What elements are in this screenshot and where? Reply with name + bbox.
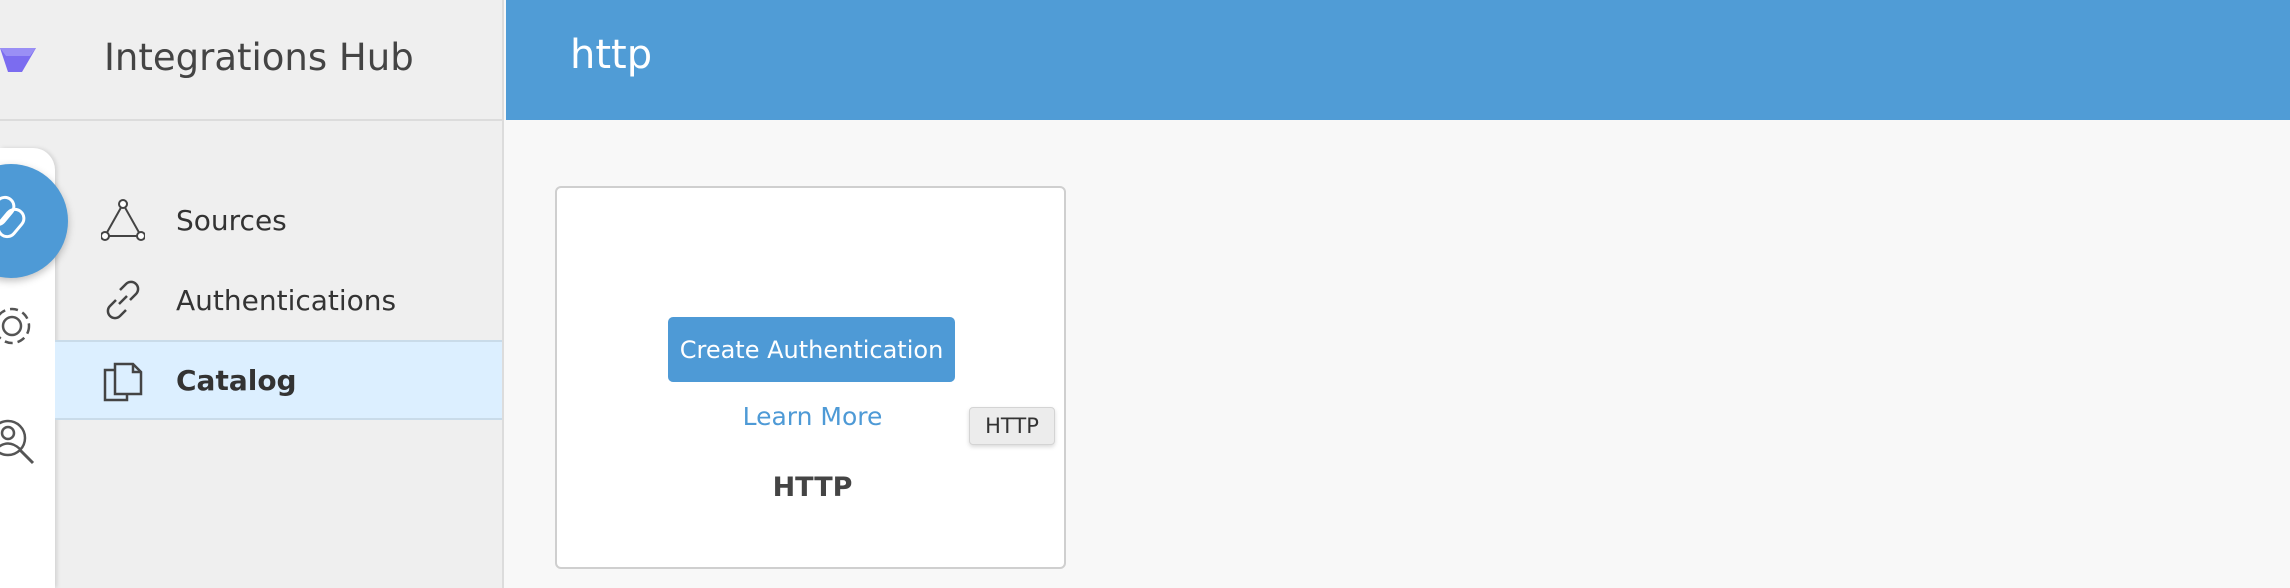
- sidebar-item-authentications[interactable]: Authentications: [55, 260, 502, 340]
- app-window: Integrations Hub Sources Authentications…: [0, 0, 2290, 588]
- link-icon: [0, 195, 26, 239]
- sidebar-header: Integrations Hub: [0, 0, 502, 121]
- hub-title: Integrations Hub: [104, 36, 414, 79]
- page-title: http: [570, 32, 653, 78]
- page-header: http: [506, 0, 2290, 120]
- sidebar-item-catalog[interactable]: Catalog: [55, 340, 502, 420]
- triangle-nodes-icon: [101, 199, 145, 241]
- sidebar-nav: Sources Authentications Catalog: [55, 180, 502, 420]
- sidebar-item-label: Sources: [176, 203, 287, 237]
- gear-refresh-icon[interactable]: [0, 300, 38, 352]
- copy-documents-icon: [103, 362, 143, 402]
- sidebar-item-label: Authentications: [176, 283, 397, 317]
- card-title: HTTP: [772, 472, 853, 503]
- sidebar-item-sources[interactable]: Sources: [55, 180, 502, 260]
- sidebar-item-label: Catalog: [176, 363, 297, 397]
- sidebar: Integrations Hub Sources Authentications…: [0, 0, 504, 588]
- catalog-card-http: Create Authentication Learn More HTTP: [555, 186, 1066, 569]
- gem-logo-icon: [0, 48, 36, 72]
- link-icon: [106, 280, 140, 320]
- tooltip: HTTP: [969, 407, 1055, 445]
- create-authentication-button[interactable]: Create Authentication: [668, 317, 955, 382]
- search-user-icon[interactable]: [0, 416, 38, 468]
